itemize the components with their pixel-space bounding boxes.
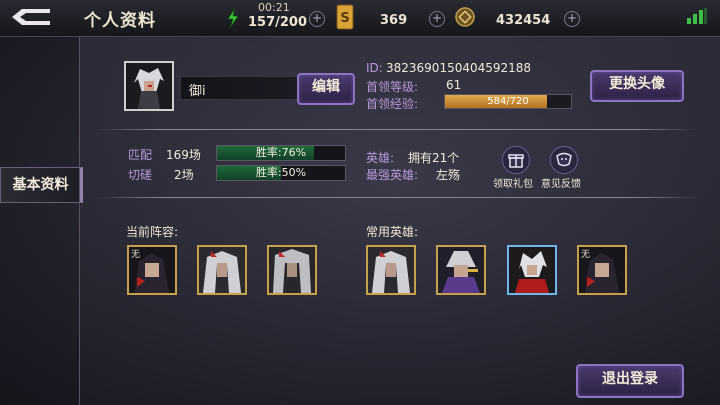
hero-portrait-icon	[269, 247, 315, 293]
favorite-hero-card[interactable]	[507, 245, 557, 295]
hero-portrait-icon	[438, 247, 484, 293]
stamina-value: 157/200	[248, 15, 308, 30]
coin-value: 432454	[496, 13, 551, 28]
stamina-lightning-icon	[227, 8, 239, 28]
divider-top	[97, 129, 697, 130]
logout-button[interactable]: 退出登录	[576, 364, 684, 398]
match-count: 169场	[166, 148, 201, 162]
hero-portrait-icon	[368, 247, 414, 293]
gift-button[interactable]	[502, 146, 530, 174]
back-arrow-icon[interactable]	[8, 6, 54, 28]
spar-winrate-bar: 胜率:50%	[216, 165, 346, 181]
gift-icon	[508, 154, 524, 168]
player-name-field: 御i	[180, 76, 314, 100]
current-hero-card[interactable]	[197, 245, 247, 295]
hero-portrait-icon	[509, 247, 555, 293]
feedback-icon	[556, 152, 572, 167]
add-ticket-button[interactable]: +	[429, 11, 445, 27]
divider-middle	[97, 197, 697, 198]
top-bar: 个人资料 00:21 157/200 + S 369 + 432454 +	[0, 0, 720, 37]
level-value: 61	[446, 78, 462, 92]
spar-winrate-text: 胜率:50%	[255, 166, 307, 179]
favorite-hero-card[interactable]	[436, 245, 486, 295]
current-lineup-title: 当前阵容:	[126, 225, 179, 239]
strongest-hero-value: 左殇	[436, 168, 461, 182]
match-winrate-text: 胜率:76%	[255, 146, 307, 159]
exp-progress-bar: 584/720	[444, 94, 572, 109]
strongest-hero-label: 最强英雄:	[366, 168, 419, 182]
id-label: ID:	[366, 61, 383, 75]
spar-label: 切磋	[128, 168, 153, 182]
exp-value: 584/720	[487, 96, 529, 107]
hero-corner-badge: 无	[131, 250, 141, 260]
add-coin-button[interactable]: +	[564, 11, 580, 27]
svg-text:S: S	[340, 11, 349, 26]
edit-name-button[interactable]: 编辑	[297, 73, 355, 105]
avatar[interactable]	[124, 61, 174, 111]
hero-portrait-icon	[199, 247, 245, 293]
level-label: 首领等级:	[366, 80, 419, 94]
ticket-icon: S	[336, 4, 354, 30]
player-name: 御i	[189, 84, 206, 99]
favorite-hero-card[interactable]	[366, 245, 416, 295]
signal-strength-icon	[687, 8, 707, 24]
add-stamina-button[interactable]: +	[309, 11, 325, 27]
ticket-value: 369	[380, 13, 408, 28]
id-value: 3823690150404592188	[386, 61, 532, 75]
spar-count: 2场	[174, 168, 194, 182]
hero-value: 拥有21个	[408, 151, 460, 165]
current-hero-card[interactable]	[267, 245, 317, 295]
feedback-button[interactable]	[550, 146, 578, 174]
tab-basic-info[interactable]: 基本资料	[0, 167, 83, 203]
coin-icon	[455, 7, 475, 27]
change-avatar-button[interactable]: 更换头像	[590, 70, 684, 102]
match-winrate-bar: 胜率:76%	[216, 145, 346, 161]
clock-text: 00:21	[258, 1, 290, 14]
favorite-hero-card[interactable]: 无	[577, 245, 627, 295]
exp-label: 首领经验:	[366, 97, 419, 111]
hero-corner-badge: 无	[581, 250, 591, 260]
hero-label: 英雄:	[366, 151, 395, 165]
avatar-portrait-icon	[126, 63, 172, 109]
current-hero-card[interactable]: 无	[127, 245, 177, 295]
gift-label: 领取礼包	[493, 179, 533, 190]
feedback-label: 意见反馈	[541, 179, 581, 190]
match-label: 匹配	[128, 148, 153, 162]
page-title: 个人资料	[84, 11, 156, 31]
favorite-heroes-title: 常用英雄:	[366, 225, 419, 239]
